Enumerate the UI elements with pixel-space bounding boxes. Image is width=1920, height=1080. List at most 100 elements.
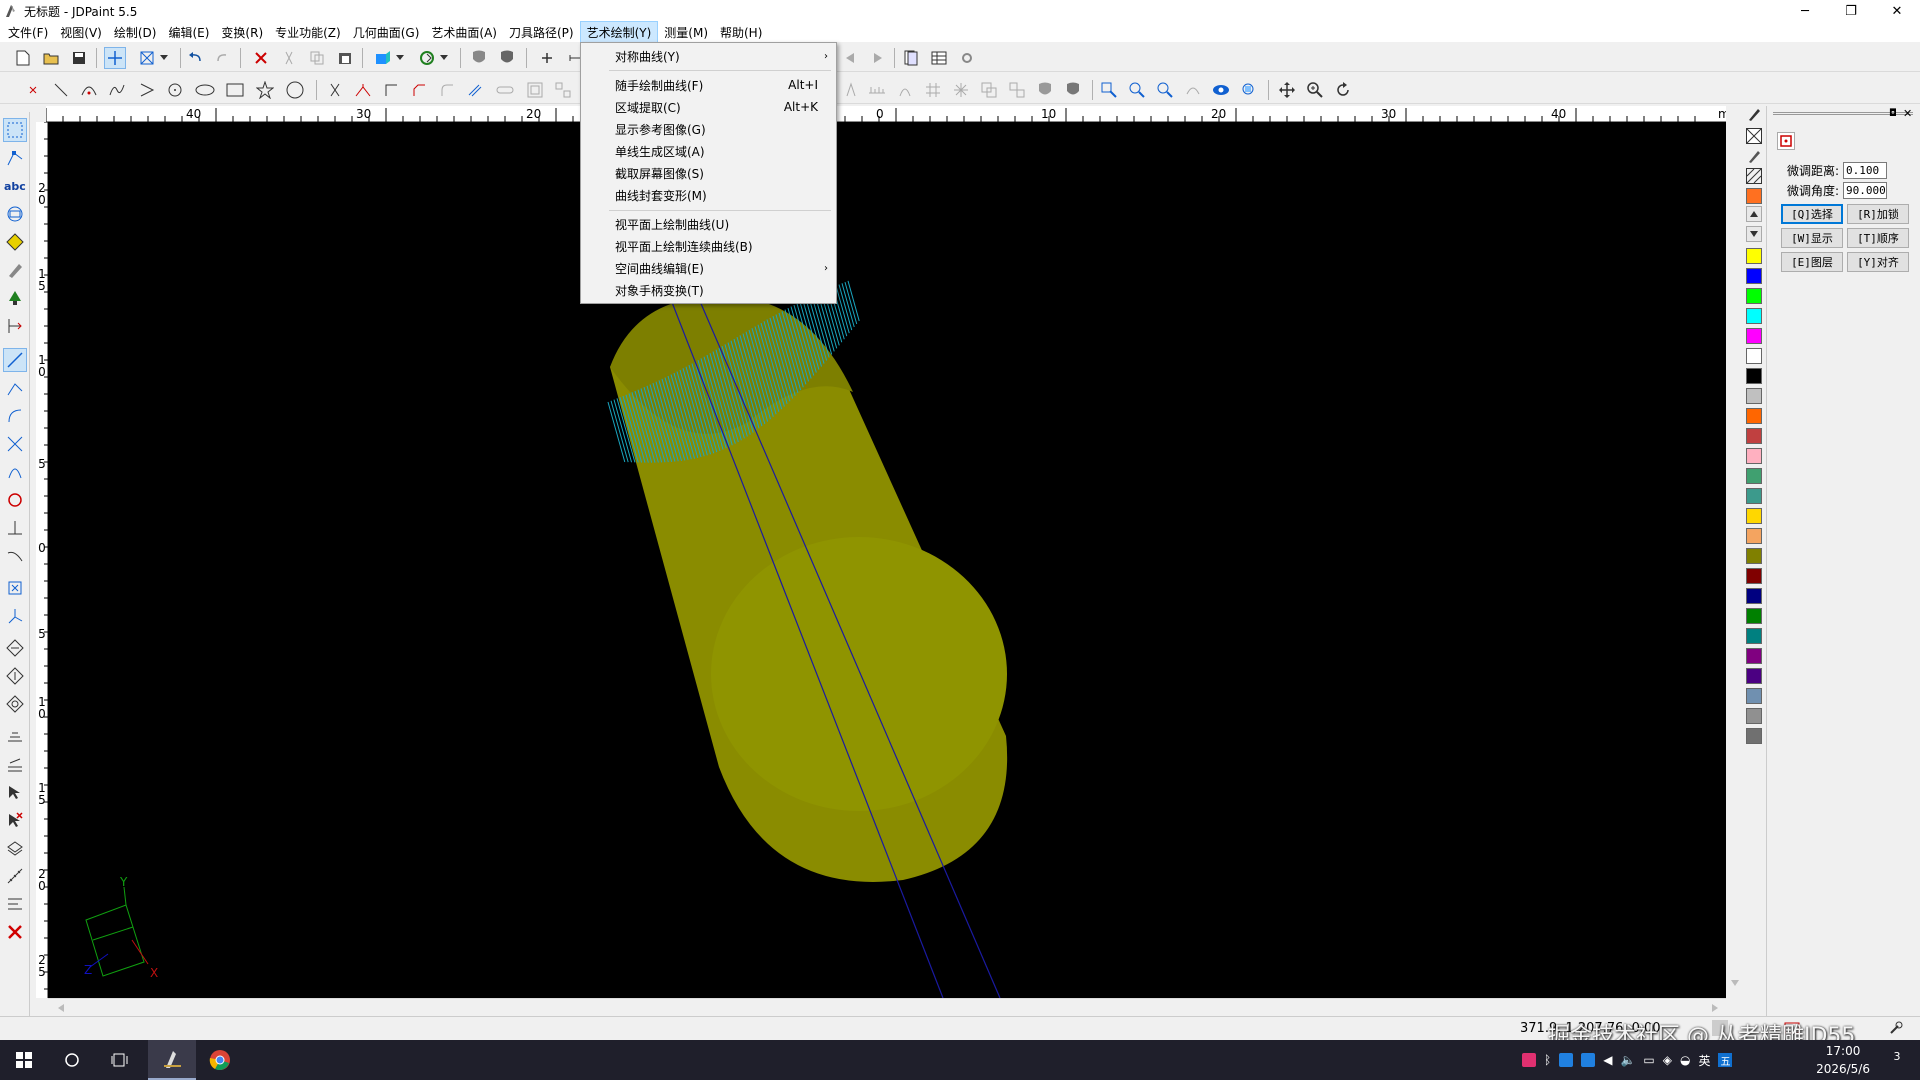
tray-wifi-icon[interactable]: ◒ (1680, 1053, 1690, 1067)
zoom-out-icon[interactable] (1154, 79, 1176, 101)
menu-curve-envelope[interactable]: 曲线封套变形(M) (581, 184, 836, 206)
layer-button[interactable]: [E]图层 (1781, 252, 1843, 272)
menu-space-curve-edit[interactable]: 空间曲线编辑(E) › (581, 257, 836, 279)
triangle-icon[interactable] (136, 79, 158, 101)
star-icon[interactable] (254, 79, 276, 101)
zoom-previous-icon[interactable] (1182, 79, 1204, 101)
zoom-all-icon[interactable] (1238, 79, 1260, 101)
zoom-window-icon[interactable] (1098, 79, 1120, 101)
group-icon[interactable] (978, 79, 1000, 101)
gear-icon[interactable] (956, 47, 978, 69)
point-icon[interactable] (22, 79, 44, 101)
wrench-icon[interactable] (1888, 1020, 1904, 1036)
menu-professional[interactable]: 专业功能(Z) (269, 22, 347, 43)
menu-show-reference-image[interactable]: 显示参考图像(G) (581, 118, 836, 140)
cursor-edit-icon[interactable] (3, 780, 27, 804)
menu-freehand-curve[interactable]: 随手绘制曲线(F) Alt+I (581, 74, 836, 96)
table-icon[interactable] (928, 47, 950, 69)
color-swatch[interactable] (1746, 428, 1762, 444)
fine-distance-input[interactable]: 0.100 (1843, 162, 1888, 179)
menu-draw[interactable]: 绘制(D) (108, 22, 163, 43)
align-icon[interactable] (3, 892, 27, 916)
grid-icon[interactable] (922, 79, 944, 101)
tray-cloud-icon[interactable] (1559, 1053, 1574, 1067)
jdpaint-taskbar-icon[interactable] (148, 1040, 196, 1080)
order-button[interactable]: [T]顺序 (1847, 228, 1909, 248)
color-swatch[interactable] (1746, 488, 1762, 504)
layer-icon[interactable] (3, 836, 27, 860)
color-swatch[interactable] (1746, 648, 1762, 664)
curve-icon[interactable] (3, 460, 27, 484)
palette-down-button[interactable] (1746, 226, 1762, 242)
fill-shape-icon[interactable] (3, 230, 27, 254)
menu-transform[interactable]: 变换(R) (215, 22, 269, 43)
panel-pin-icon[interactable]: ◘ (1889, 108, 1897, 119)
corner-icon[interactable] (380, 79, 402, 101)
pan-icon[interactable] (1276, 79, 1298, 101)
stack-2-icon[interactable] (3, 752, 27, 776)
save-icon[interactable] (68, 47, 90, 69)
fine-angle-input[interactable]: 90.000 (1843, 182, 1888, 199)
input-language[interactable]: 英 (1698, 1052, 1710, 1069)
draw-arc-icon[interactable] (3, 404, 27, 428)
color-fill-icon[interactable] (372, 47, 394, 69)
color-swatch[interactable] (1746, 288, 1762, 304)
color-swatch[interactable] (1746, 728, 1762, 744)
color-swatch[interactable] (1746, 368, 1762, 384)
explode-icon[interactable] (950, 79, 972, 101)
tray-security-icon[interactable]: ◈ (1663, 1053, 1672, 1067)
shield-shade-icon[interactable] (468, 47, 490, 69)
menu-geometric-surface[interactable]: 几何曲面(G) (347, 22, 426, 43)
node-icon[interactable] (894, 79, 916, 101)
undo-icon[interactable] (184, 47, 206, 69)
tray-message-icon[interactable] (1581, 1053, 1596, 1067)
tray-arrow-icon[interactable]: ◀ (1603, 1053, 1612, 1067)
select-box-icon[interactable] (136, 47, 158, 69)
text-abc-icon[interactable]: abc (3, 174, 27, 198)
plus-icon[interactable] (536, 47, 558, 69)
menu-edit[interactable]: 编辑(E) (162, 22, 215, 43)
color-swatch[interactable] (1746, 708, 1762, 724)
cursor-delete-icon[interactable] (3, 808, 27, 832)
circle-dot-icon[interactable] (164, 79, 186, 101)
no-color-icon[interactable] (1746, 128, 1762, 144)
stack-1-icon[interactable] (3, 724, 27, 748)
color-swatch[interactable] (1746, 388, 1762, 404)
menu-handle-transform[interactable]: 对象手柄变换(T) (581, 279, 836, 301)
line-icon[interactable] (50, 79, 72, 101)
color-swatch[interactable] (1746, 688, 1762, 704)
node-edit-icon[interactable] (3, 146, 27, 170)
surface-3-icon[interactable] (3, 692, 27, 716)
ime-icon[interactable]: 五 (1718, 1053, 1733, 1068)
chevron-down-icon[interactable] (438, 47, 450, 69)
taskbar-clock[interactable]: 17:00 2026/5/6 (1816, 1042, 1870, 1078)
open-folder-icon[interactable] (40, 47, 62, 69)
color-swatch[interactable] (1746, 248, 1762, 264)
pages-icon[interactable] (900, 47, 922, 69)
trim-line-icon[interactable] (3, 432, 27, 456)
color-swatch[interactable] (1746, 468, 1762, 484)
chrome-icon[interactable] (196, 1040, 244, 1080)
color-swatch[interactable] (1746, 608, 1762, 624)
measure-tool-icon[interactable] (3, 864, 27, 888)
menu-view-plane-curve[interactable]: 视平面上绘制曲线(U) (581, 213, 836, 235)
spline-icon[interactable] (106, 79, 128, 101)
surface-1-icon[interactable] (3, 636, 27, 660)
color-swatch[interactable] (1746, 508, 1762, 524)
cut-icon[interactable] (278, 47, 300, 69)
menu-toolpath[interactable]: 刀具路径(P) (503, 22, 580, 43)
color-swatch[interactable] (1746, 628, 1762, 644)
minimize-button[interactable]: ─ (1782, 0, 1828, 22)
align-button[interactable]: [Y]对齐 (1847, 252, 1909, 272)
offset-icon[interactable] (464, 79, 486, 101)
perpendicular-icon[interactable] (3, 516, 27, 540)
menu-art-draw[interactable]: 艺术绘制(Y) (579, 20, 659, 44)
notification-icon[interactable]: 3 (1886, 1050, 1908, 1070)
menu-single-line-region[interactable]: 单线生成区域(A) (581, 140, 836, 162)
chevron-down-icon[interactable] (394, 47, 406, 69)
select-rect-icon[interactable] (3, 118, 27, 142)
tangent-icon[interactable] (3, 544, 27, 568)
menu-capture-screen[interactable]: 截取屏幕图像(S) (581, 162, 836, 184)
selection-tool-icon[interactable] (1777, 132, 1795, 150)
menu-view-plane-continuous-curve[interactable]: 视平面上绘制连续曲线(B) (581, 235, 836, 257)
